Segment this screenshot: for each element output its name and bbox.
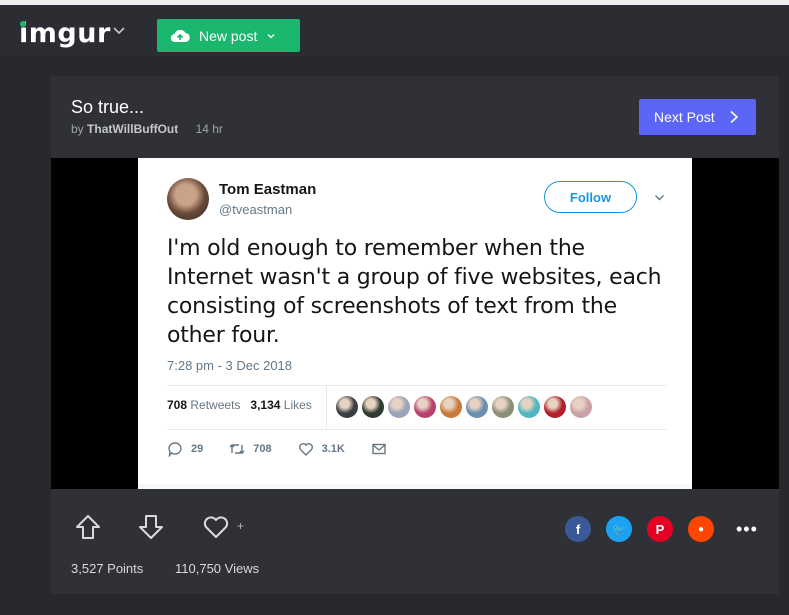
more-options-button[interactable]: •••: [736, 519, 758, 540]
post-views: 110,750 Views: [175, 561, 260, 576]
post-card: So true... by ThatWillBuffOut 14 hr Next…: [51, 76, 779, 594]
envelope-icon: [372, 443, 386, 455]
tweet-avatar: [167, 178, 209, 220]
new-post-label: New post: [199, 27, 258, 44]
reddit-share-button[interactable]: ●: [688, 516, 714, 542]
tweet-screenshot: Tom Eastman @tveastman Follow I'm old en…: [138, 158, 692, 489]
likes-label: Likes: [283, 398, 312, 412]
tweet-actions: 29 708 3.1K: [167, 441, 421, 457]
favorite-heart-icon[interactable]: [202, 515, 230, 539]
like-action: 3.1K: [298, 441, 345, 457]
post-title: So true...: [71, 97, 145, 117]
chevron-right-icon: [730, 110, 738, 124]
next-post-button[interactable]: Next Post: [639, 99, 756, 135]
facebook-icon: f: [575, 521, 581, 537]
favorite-plus[interactable]: +: [237, 519, 244, 533]
by-label: by: [71, 122, 84, 136]
reddit-icon: ●: [697, 523, 705, 535]
retweets-count: 708: [167, 398, 188, 412]
logo-dot: [20, 21, 26, 27]
liker-avatar: [414, 396, 436, 418]
upvote-icon[interactable]: [74, 513, 102, 541]
liker-avatar: [518, 396, 540, 418]
post-time: 14 hr: [195, 122, 223, 136]
post-author-link[interactable]: ThatWillBuffOut: [87, 122, 178, 136]
post-image[interactable]: Tom Eastman @tveastman Follow I'm old en…: [51, 158, 779, 489]
retweet-count: 708: [253, 443, 272, 455]
liker-avatars: [336, 396, 596, 418]
downvote-icon[interactable]: [137, 513, 165, 541]
reply-count: 29: [191, 443, 204, 455]
like-count: 3.1K: [321, 443, 345, 455]
liker-avatar: [388, 396, 410, 418]
liker-avatar: [466, 396, 488, 418]
divider: [167, 429, 667, 430]
tweet-author-name: Tom Eastman: [219, 181, 317, 198]
tweet-date: 7:28 pm - 3 Dec 2018: [167, 358, 293, 373]
facebook-share-button[interactable]: f: [565, 516, 591, 542]
post-byline: by ThatWillBuffOut 14 hr: [71, 122, 223, 136]
liker-avatar: [570, 396, 592, 418]
top-navbar: imgur New post: [0, 5, 789, 56]
dm-action: [371, 441, 395, 457]
divider: [167, 385, 667, 386]
reply-action: 29: [167, 441, 203, 457]
reply-icon: [168, 442, 182, 457]
pinterest-icon: P: [655, 521, 665, 537]
liker-avatar: [492, 396, 514, 418]
liker-avatar: [544, 396, 566, 418]
chevron-down-icon: [267, 33, 275, 38]
tweet-author-handle: @tveastman: [219, 202, 293, 217]
chevron-down-icon[interactable]: [112, 24, 126, 38]
likes-count: 3,134: [250, 398, 281, 412]
retweet-action: 708: [229, 441, 272, 457]
liker-avatar: [362, 396, 384, 418]
twitter-icon: 🐦: [612, 523, 626, 536]
post-points: 3,527 Points: [71, 561, 144, 576]
next-post-label: Next Post: [654, 109, 715, 125]
imgur-logo[interactable]: imgur: [19, 18, 111, 49]
retweets-label: Retweets: [190, 398, 241, 412]
cloud-upload-icon: [170, 29, 190, 42]
liker-avatar: [440, 396, 462, 418]
new-post-button[interactable]: New post: [157, 19, 300, 52]
follow-button: Follow: [544, 181, 637, 213]
tweet-bottom-strip: [138, 484, 692, 489]
divider: [326, 385, 327, 429]
tweet-text: I'm old enough to remember when the Inte…: [167, 236, 662, 348]
chevron-down-icon: [655, 195, 664, 201]
retweet-icon: [229, 444, 245, 454]
twitter-share-button[interactable]: 🐦: [606, 516, 632, 542]
liker-avatar: [336, 396, 358, 418]
pinterest-share-button[interactable]: P: [647, 516, 673, 542]
heart-icon: [298, 443, 313, 456]
tweet-stats: 708 Retweets 3,134 Likes: [167, 398, 312, 412]
